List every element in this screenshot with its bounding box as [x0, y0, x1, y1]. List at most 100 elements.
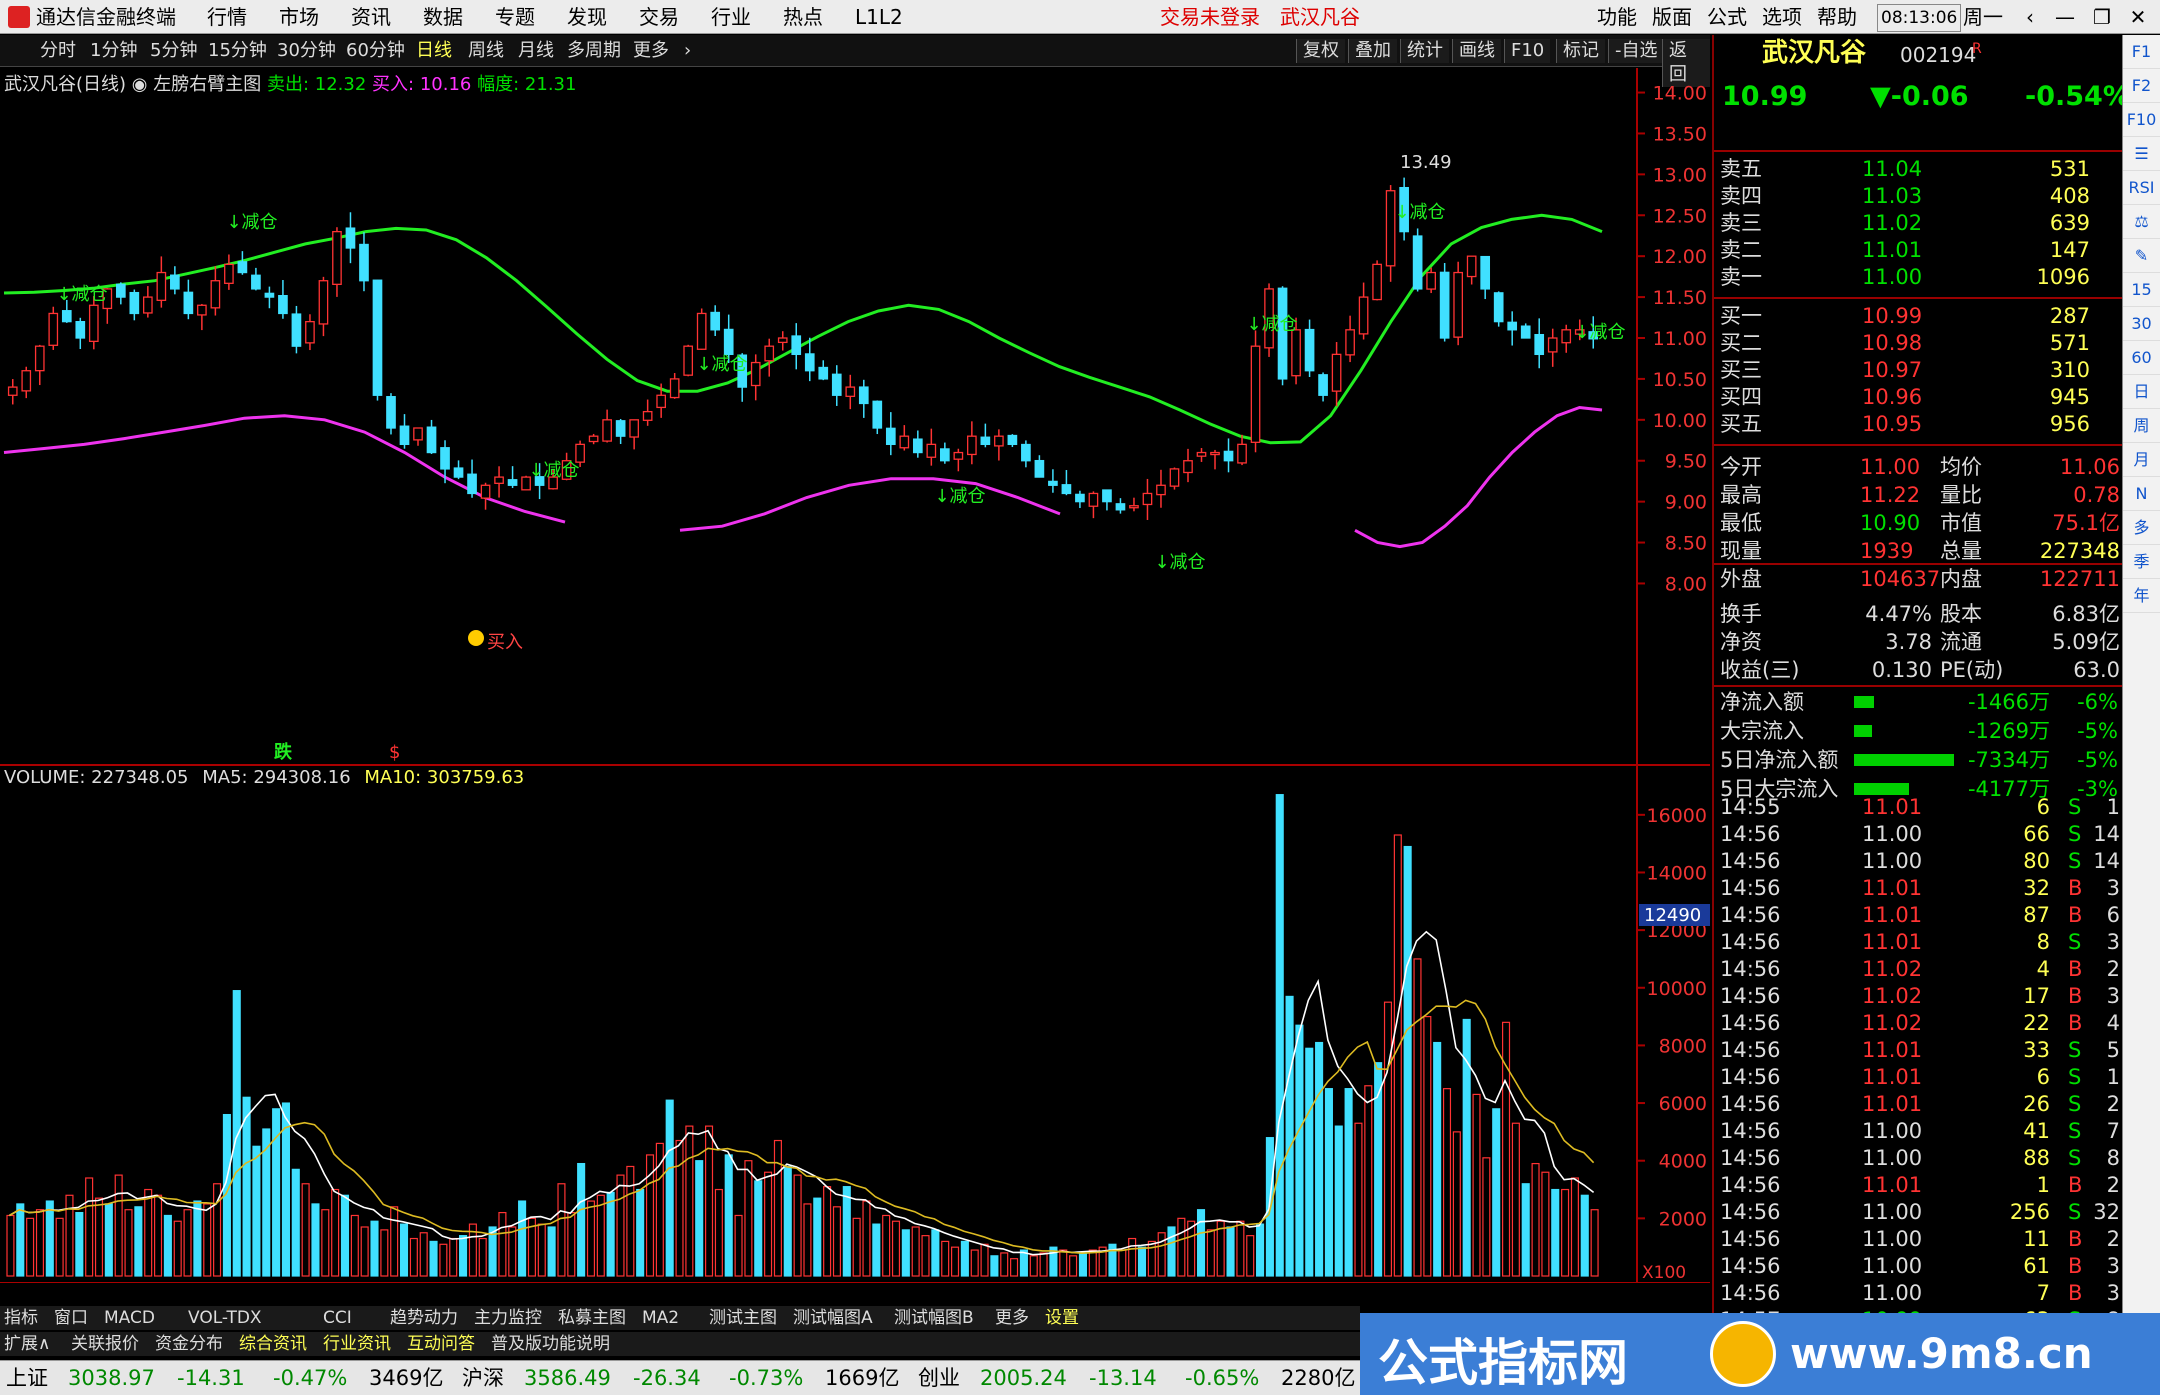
- menu-hangqing[interactable]: 行情: [207, 4, 247, 30]
- menu-banmian[interactable]: 版面: [1652, 4, 1692, 30]
- tab-item[interactable]: 关联报价: [71, 1333, 139, 1355]
- volume-bar: [990, 1255, 999, 1277]
- period-fenshi[interactable]: 分时: [40, 39, 76, 63]
- tab-item[interactable]: 设置: [1045, 1307, 1079, 1329]
- tool-zixuan[interactable]: -自选: [1608, 39, 1664, 63]
- tab-item[interactable]: 综合资讯: [239, 1333, 307, 1355]
- tab-item[interactable]: CCI: [323, 1307, 352, 1329]
- menu-gongshi[interactable]: 公式: [1707, 4, 1747, 30]
- menu-bangzhu[interactable]: 帮助: [1817, 4, 1857, 30]
- tool-f10[interactable]: F10: [1504, 39, 1551, 63]
- menu-jiaoyi[interactable]: 交易: [639, 4, 679, 30]
- side-tool-button[interactable]: N: [2123, 477, 2160, 511]
- minimize-icon[interactable]: —: [2045, 2, 2085, 32]
- volume-bar: [1561, 1188, 1570, 1277]
- side-tool-button[interactable]: 月: [2123, 443, 2160, 477]
- menu-gongneng[interactable]: 功能: [1597, 4, 1637, 30]
- tool-diejia[interactable]: 叠加: [1348, 39, 1397, 63]
- tool-fuquan[interactable]: 复权: [1296, 39, 1345, 63]
- menu-hangye[interactable]: 行业: [711, 4, 751, 30]
- tab-item[interactable]: 测试幅图A: [793, 1307, 873, 1329]
- period-daily[interactable]: 日线: [416, 39, 452, 63]
- indicator-name[interactable]: 左膀右臂主图: [153, 74, 261, 95]
- index-name[interactable]: 沪深: [462, 1365, 504, 1392]
- period-more-chevron-icon[interactable]: ›: [684, 39, 691, 63]
- period-30min[interactable]: 30分钟: [277, 39, 336, 63]
- tick-count: 6: [2106, 903, 2120, 927]
- stat-row: 今开 11.00 均价 11.06: [1720, 453, 2120, 481]
- side-tool-button[interactable]: 15: [2123, 273, 2160, 307]
- side-tool-button[interactable]: 60: [2123, 341, 2160, 375]
- tool-huaxian[interactable]: 画线: [1452, 39, 1501, 63]
- menu-shuju[interactable]: 数据: [423, 4, 463, 30]
- period-1min[interactable]: 1分钟: [90, 39, 137, 63]
- tab-item[interactable]: MACD: [104, 1307, 155, 1329]
- volume-bar: [518, 1200, 527, 1277]
- period-60min[interactable]: 60分钟: [346, 39, 405, 63]
- side-tool-button[interactable]: 年: [2123, 579, 2160, 613]
- back-icon[interactable]: ‹: [2010, 2, 2050, 32]
- tick-count: 3: [2106, 1254, 2120, 1278]
- menu-zixun[interactable]: 资讯: [351, 4, 391, 30]
- side-tool-button[interactable]: 日: [2123, 375, 2160, 409]
- candle-body: [1007, 434, 1018, 446]
- menu-faxian[interactable]: 发现: [567, 4, 607, 30]
- tab-item[interactable]: 私募主图: [558, 1307, 626, 1329]
- period-5min[interactable]: 5分钟: [150, 39, 197, 63]
- menu-xuanxiang[interactable]: 选项: [1762, 4, 1802, 30]
- ask-row: 卖三 11.02 639: [1720, 211, 2090, 235]
- period-more[interactable]: 更多: [633, 39, 669, 63]
- volume-bar: [1029, 1255, 1038, 1277]
- menu-shichang[interactable]: 市场: [279, 4, 319, 30]
- restore-icon[interactable]: ❐: [2082, 2, 2122, 32]
- period-monthly[interactable]: 月线: [518, 39, 554, 63]
- volume-bar: [891, 1220, 901, 1277]
- tab-item[interactable]: 互动问答: [407, 1333, 475, 1355]
- tab-item[interactable]: 指标: [4, 1307, 38, 1329]
- side-tool-button[interactable]: ✎: [2123, 239, 2160, 273]
- tab-item[interactable]: 窗口: [54, 1307, 88, 1329]
- tab-item[interactable]: 行业资讯: [323, 1333, 391, 1355]
- tab-item[interactable]: VOL-TDX: [188, 1307, 262, 1329]
- index-name[interactable]: 上证: [6, 1365, 48, 1392]
- current-stock-name: 武汉凡谷: [1280, 5, 1360, 29]
- tick-price: 11.01: [1862, 1038, 1923, 1062]
- side-tool-button[interactable]: ☰: [2123, 137, 2160, 171]
- side-tool-button[interactable]: 周: [2123, 409, 2160, 443]
- menu-zhuanti[interactable]: 专题: [495, 4, 535, 30]
- menu-redian[interactable]: 热点: [783, 4, 823, 30]
- side-tool-button[interactable]: F1: [2123, 35, 2160, 69]
- period-multi[interactable]: 多周期: [567, 39, 621, 63]
- tab-item[interactable]: 扩展∧: [4, 1333, 50, 1355]
- side-tool-button[interactable]: 30: [2123, 307, 2160, 341]
- tool-tongji[interactable]: 统计: [1400, 39, 1449, 63]
- tab-item[interactable]: 趋势动力: [390, 1307, 458, 1329]
- candle-body: [453, 467, 464, 478]
- tab-item[interactable]: 主力监控: [474, 1307, 542, 1329]
- tab-item[interactable]: 普及版功能说明: [491, 1333, 610, 1355]
- period-weekly[interactable]: 周线: [468, 39, 504, 63]
- tab-item[interactable]: MA2: [642, 1307, 679, 1329]
- side-tool-button[interactable]: RSI: [2123, 171, 2160, 205]
- tool-biaoji[interactable]: 标记: [1556, 39, 1605, 63]
- tab-item[interactable]: 更多: [995, 1307, 1029, 1329]
- side-tool-button[interactable]: ⚖: [2123, 205, 2160, 239]
- chart-svg[interactable]: 14.00 13.50 13.00 12.50 12.00 11.50 11.00 10.50…: [0, 68, 1710, 1306]
- volume-bar: [675, 1139, 684, 1277]
- period-15min[interactable]: 15分钟: [208, 39, 267, 63]
- menu-l1l2[interactable]: L1L2: [855, 4, 903, 30]
- tick-volume: 80: [2023, 849, 2050, 873]
- close-icon[interactable]: ✕: [2118, 2, 2158, 32]
- tab-item[interactable]: 资金分布: [155, 1333, 223, 1355]
- side-tool-button[interactable]: F10: [2123, 103, 2160, 137]
- tab-item[interactable]: 测试主图: [709, 1307, 777, 1329]
- trade-status[interactable]: 交易未登录: [1160, 4, 1260, 30]
- kline-chart-area[interactable]: 14.00 13.50 13.00 12.50 12.00 11.50 11.00 10.50…: [0, 68, 1710, 1306]
- tab-item[interactable]: 测试幅图B: [894, 1307, 974, 1329]
- collapse-icon[interactable]: ◉: [132, 74, 153, 95]
- candle-body: [197, 304, 207, 316]
- index-name[interactable]: 创业: [918, 1365, 960, 1392]
- side-tool-button[interactable]: F2: [2123, 69, 2160, 103]
- side-tool-button[interactable]: 多: [2123, 511, 2160, 545]
- side-tool-button[interactable]: 季: [2123, 545, 2160, 579]
